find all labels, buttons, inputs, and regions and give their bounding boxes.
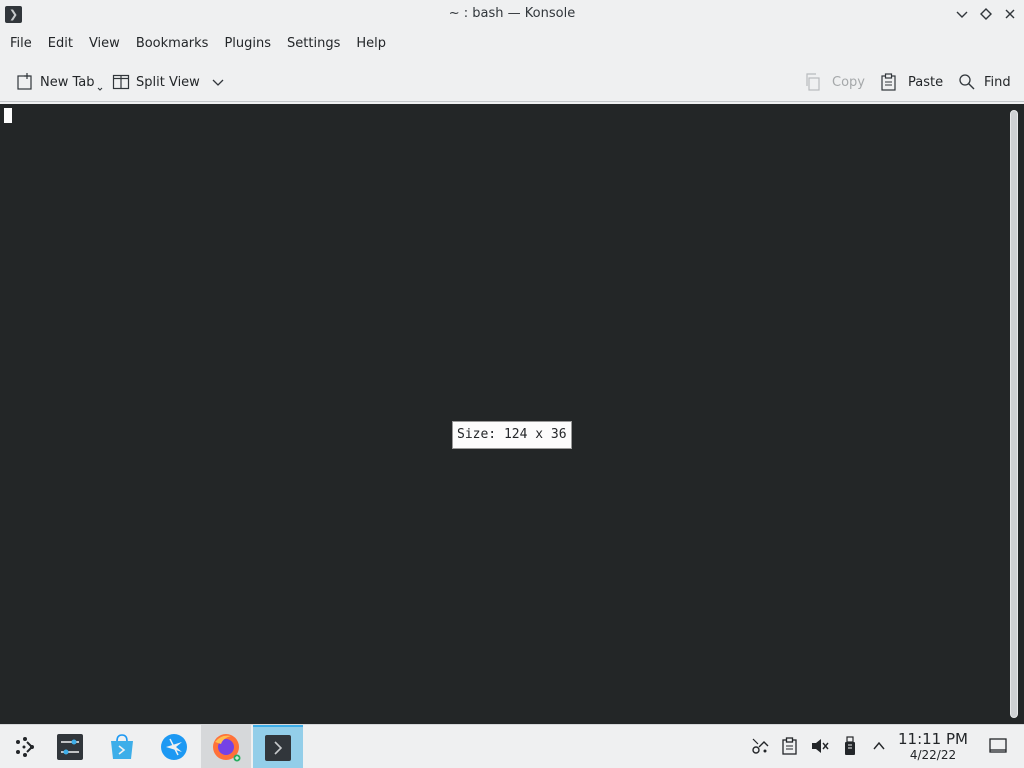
expand-tray-icon[interactable]: [868, 735, 890, 757]
minimize-button[interactable]: [952, 4, 972, 24]
paste-icon: [881, 73, 896, 91]
konsole-icon[interactable]: [253, 725, 303, 768]
window-titlebar[interactable]: ❯ ~ : bash — Konsole: [0, 0, 1024, 30]
terminal-scrollbar-thumb[interactable]: [1011, 111, 1017, 717]
split-view-icon: [112, 74, 130, 90]
terminal-cursor: [4, 108, 12, 123]
chevron-down-icon[interactable]: [212, 76, 224, 88]
find-button[interactable]: Find: [958, 62, 1011, 102]
diamond-icon: [980, 8, 992, 20]
new-tab-icon: [17, 73, 32, 90]
chevron-down-icon: [97, 87, 102, 91]
split-view-button[interactable]: Split View: [112, 62, 224, 102]
menu-plugins[interactable]: Plugins: [216, 30, 279, 58]
system-settings-icon[interactable]: [45, 725, 95, 768]
kde-connect-icon[interactable]: [149, 725, 199, 768]
maximize-button[interactable]: [976, 4, 996, 24]
kde-connect-tray-icon[interactable]: [749, 735, 771, 757]
terminal-size-tooltip: Size: 124 x 36: [452, 421, 572, 449]
clock-time: 11:11 PM: [898, 730, 968, 748]
digital-clock[interactable]: 11:11 PM 4/22/22: [892, 731, 974, 763]
split-view-label: Split View: [136, 74, 200, 90]
application-launcher-icon[interactable]: [0, 725, 50, 768]
main-toolbar: New Tab Split View Copy Paste Find: [0, 62, 1024, 102]
usb-device-icon[interactable]: [839, 735, 861, 757]
close-icon: [1005, 9, 1015, 19]
window-title: ~ : bash — Konsole: [448, 6, 576, 21]
menu-bookmarks[interactable]: Bookmarks: [128, 30, 217, 58]
menu-view[interactable]: View: [81, 30, 128, 58]
taskbar: 11:11 PM 4/22/22: [0, 724, 1024, 768]
clipboard-icon[interactable]: [779, 735, 801, 757]
new-tab-button[interactable]: New Tab: [16, 62, 103, 102]
volume-muted-icon[interactable]: [809, 735, 831, 757]
firefox-icon[interactable]: [201, 725, 251, 768]
show-desktop-icon[interactable]: [987, 735, 1009, 757]
menu-file[interactable]: File: [2, 30, 40, 58]
paste-label: Paste: [908, 74, 944, 90]
terminal-view[interactable]: Size: 124 x 36: [0, 104, 1024, 724]
copy-icon: [806, 73, 820, 91]
menu-bar: File Edit View Bookmarks Plugins Setting…: [0, 30, 1024, 58]
copy-button[interactable]: Copy: [804, 62, 865, 102]
paste-button[interactable]: Paste: [880, 62, 943, 102]
copy-label: Copy: [832, 74, 865, 90]
chevron-down-icon: [956, 11, 968, 18]
search-icon: [959, 74, 975, 90]
discover-store-icon[interactable]: [97, 725, 147, 768]
clock-date: 4/22/22: [909, 748, 957, 762]
close-button[interactable]: [1000, 4, 1020, 24]
menu-help[interactable]: Help: [348, 30, 394, 58]
new-tab-label: New Tab: [40, 74, 95, 90]
find-label: Find: [984, 74, 1011, 90]
menu-edit[interactable]: Edit: [40, 30, 81, 58]
menu-settings[interactable]: Settings: [279, 30, 348, 58]
